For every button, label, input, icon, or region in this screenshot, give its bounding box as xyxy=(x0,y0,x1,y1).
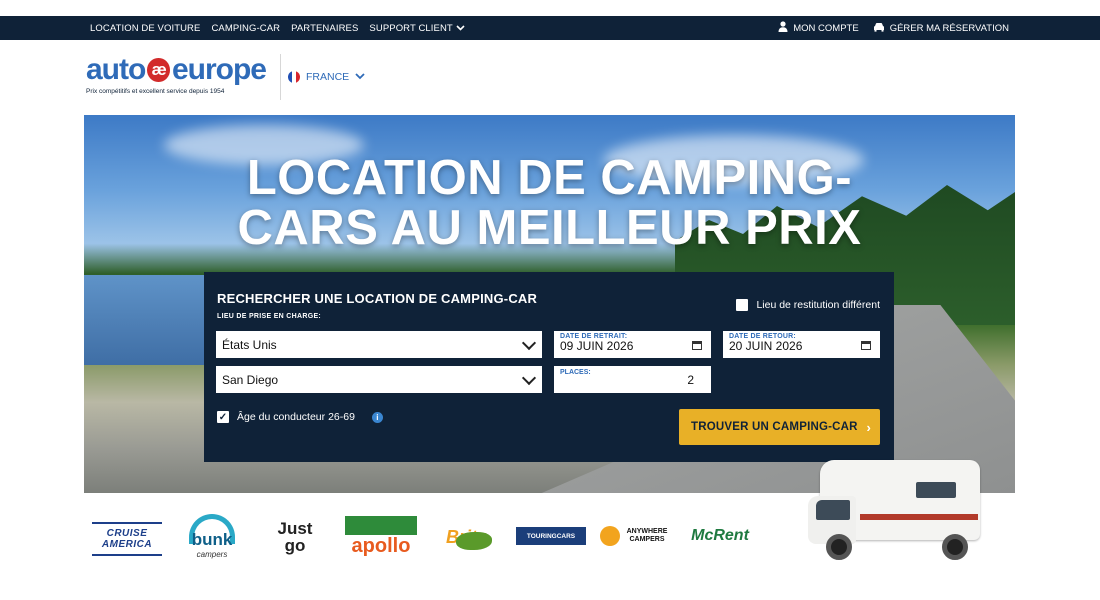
nav-support[interactable]: SUPPORT CLIENT xyxy=(369,22,465,34)
places-field[interactable]: PLACES: 2 xyxy=(554,366,711,393)
language-selector[interactable]: FRANCE xyxy=(288,71,365,83)
nav-partners[interactable]: PARTENAIRES xyxy=(291,23,358,34)
britz-logo: Britz xyxy=(436,512,496,562)
driver-age-checkbox[interactable]: ✓ Âge du conducteur 26-69 i xyxy=(217,411,383,423)
my-account-label: MON COMPTE xyxy=(793,22,859,34)
calendar-icon xyxy=(692,341,702,350)
france-flag-icon xyxy=(288,71,300,83)
camper-van-image xyxy=(806,452,986,564)
camper-side-window xyxy=(916,482,956,498)
return-date-field[interactable]: DATE DE RETOUR: 20 JUIN 2026 xyxy=(723,331,880,358)
just-text: Just xyxy=(277,519,313,538)
language-label: FRANCE xyxy=(306,71,350,83)
header-divider xyxy=(280,54,281,100)
checkbox-checked-icon: ✓ xyxy=(217,411,229,423)
anywhere-badge-icon xyxy=(600,526,620,546)
checkbox-unchecked-icon xyxy=(736,299,749,311)
mcrent-logo: McRent xyxy=(691,527,749,544)
go-text: go xyxy=(284,536,306,555)
return-date-value: 20 JUIN 2026 xyxy=(729,339,803,353)
logo-tagline: Prix compétitifs et excellent service de… xyxy=(86,88,225,95)
nav-camper[interactable]: CAMPING-CAR xyxy=(211,23,280,34)
manage-booking-link[interactable]: GÉRER MA RÉSERVATION xyxy=(873,22,1009,35)
pickup-date-value: 09 JUIN 2026 xyxy=(560,339,634,353)
different-return-label: Lieu de restitution différent xyxy=(756,299,880,311)
apollo-text: apollo xyxy=(351,534,411,557)
just-go-logo: Just go xyxy=(270,514,320,560)
hero-title-line1: LOCATION DE CAMPING- xyxy=(246,151,853,205)
touring-cars-logo: TOURINGCARS xyxy=(516,527,586,545)
find-camper-label: TROUVER UN CAMPING-CAR xyxy=(691,421,858,433)
top-nav-bar: LOCATION DE VOITURE CAMPING-CAR PARTENAI… xyxy=(0,16,1100,40)
camper-search-panel: RECHERCHER UNE LOCATION DE CAMPING-CAR L… xyxy=(204,272,894,462)
logo-ae-mark: æ xyxy=(147,58,170,82)
hero-title: LOCATION DE CAMPING- CARS AU MEILLEUR PR… xyxy=(84,153,1015,253)
nav-car-rental[interactable]: LOCATION DE VOITURE xyxy=(90,23,200,34)
calendar-icon xyxy=(861,341,871,350)
camper-stripe xyxy=(860,514,978,520)
logo-text-left: auto xyxy=(86,53,146,86)
logo-text-right: europe xyxy=(171,53,267,86)
user-icon xyxy=(778,21,788,35)
top-nav: LOCATION DE VOITURE CAMPING-CAR PARTENAI… xyxy=(90,16,465,40)
manage-booking-label: GÉRER MA RÉSERVATION xyxy=(889,22,1009,34)
cruise-america-logo: CRUISE AMERICA xyxy=(92,522,162,556)
search-title: RECHERCHER UNE LOCATION DE CAMPING-CAR xyxy=(217,291,538,306)
bunk-campers-logo: bunk campers xyxy=(184,512,240,562)
city-select[interactable]: San Diego xyxy=(216,366,542,393)
nav-support-label: SUPPORT CLIENT xyxy=(369,22,453,34)
lizard-icon xyxy=(456,532,492,550)
my-account-link[interactable]: MON COMPTE xyxy=(778,21,859,35)
anywhere-campers-logo: ANYWHERE CAMPERS xyxy=(600,522,670,550)
pickup-location-label: LIEU DE PRISE EN CHARGE: xyxy=(217,313,322,320)
chevron-right-icon: › xyxy=(866,419,871,435)
places-value: 2 xyxy=(687,373,694,387)
camper-wheel xyxy=(826,534,852,560)
bunk-sub-text: campers xyxy=(196,549,228,559)
driver-age-label: Âge du conducteur 26-69 xyxy=(237,411,355,423)
auto-europe-logo[interactable]: auto æ europe Prix compétitifs et excell… xyxy=(86,53,267,104)
chevron-down-icon xyxy=(521,370,537,385)
chevron-down-icon xyxy=(355,71,365,83)
different-return-checkbox[interactable]: Lieu de restitution différent xyxy=(736,299,880,311)
country-select[interactable]: États Unis xyxy=(216,331,542,358)
anywhere-text: ANYWHERE CAMPERS xyxy=(626,528,668,543)
chevron-down-icon xyxy=(456,23,465,34)
hero-title-line2: CARS AU MEILLEUR PRIX xyxy=(237,201,862,255)
city-value: San Diego xyxy=(222,372,279,387)
country-value: États Unis xyxy=(222,337,277,352)
account-links: MON COMPTE GÉRER MA RÉSERVATION xyxy=(778,16,1009,40)
apollo-logo: apollo xyxy=(345,516,417,558)
chevron-down-icon xyxy=(521,335,537,350)
site-header: auto æ europe Prix compétitifs et excell… xyxy=(0,40,1100,115)
find-camper-button[interactable]: TROUVER UN CAMPING-CAR › xyxy=(679,409,880,445)
bunk-text: bunk xyxy=(191,529,233,549)
camper-windshield xyxy=(816,500,850,520)
info-icon[interactable]: i xyxy=(371,411,383,423)
car-icon xyxy=(873,22,885,35)
partner-logos: CRUISE AMERICA bunk campers Just go apol… xyxy=(90,508,770,566)
pickup-date-field[interactable]: DATE DE RETRAIT: 09 JUIN 2026 xyxy=(554,331,711,358)
camper-wheel xyxy=(942,534,968,560)
places-label: PLACES: xyxy=(560,369,591,376)
